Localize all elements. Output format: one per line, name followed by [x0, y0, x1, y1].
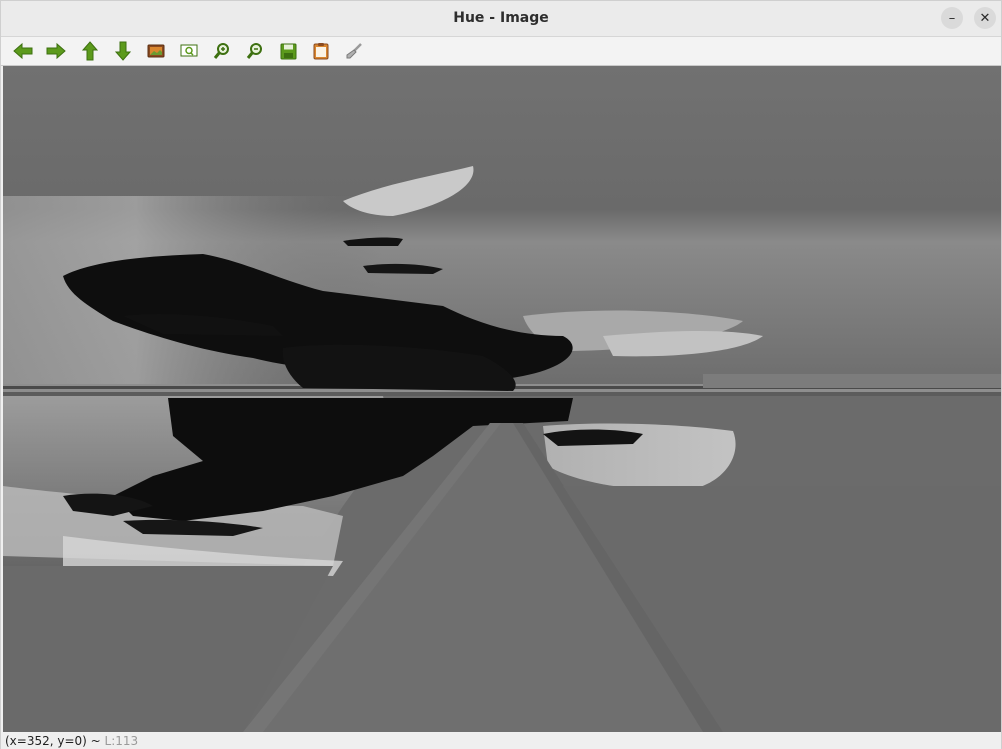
image-canvas[interactable]: [3, 66, 1001, 732]
properties-button[interactable]: [343, 40, 365, 62]
toolbar: [1, 37, 1001, 66]
zoom-fit-button[interactable]: [178, 40, 200, 62]
zoom-in-button[interactable]: [211, 40, 233, 62]
save-button[interactable]: [277, 40, 299, 62]
close-button[interactable]: ✕: [974, 7, 996, 29]
zoom-out-button[interactable]: [244, 40, 266, 62]
zoom-fit-icon: [180, 44, 198, 57]
zoom-out-icon: [246, 43, 262, 59]
pan-up-button[interactable]: [79, 40, 101, 62]
pan-left-button[interactable]: [12, 40, 34, 62]
hue-image: [3, 66, 1001, 732]
arrow-down-icon: [114, 41, 132, 61]
title-bar[interactable]: Hue - Image – ✕: [1, 1, 1001, 37]
clipboard-icon: [313, 43, 329, 60]
image-window: Hue - Image – ✕ (x=352, y=0) ~ L:113: [0, 0, 1002, 749]
image-icon: [147, 44, 165, 58]
copy-button[interactable]: [310, 40, 332, 62]
arrow-right-icon: [46, 42, 66, 60]
status-bar: (x=352, y=0) ~ L:113: [1, 733, 1001, 749]
fit-image-button[interactable]: [145, 40, 167, 62]
window-title: Hue - Image: [453, 10, 549, 26]
arrow-up-icon: [81, 41, 99, 61]
pan-down-button[interactable]: [112, 40, 134, 62]
cursor-coords: (x=352, y=0) ~: [5, 734, 101, 748]
pan-right-button[interactable]: [45, 40, 67, 62]
brush-icon: [346, 43, 362, 59]
pixel-level: L:113: [104, 734, 139, 748]
minimize-button[interactable]: –: [941, 7, 963, 29]
arrow-left-icon: [13, 42, 33, 60]
save-icon: [280, 43, 296, 59]
zoom-in-icon: [213, 43, 229, 59]
